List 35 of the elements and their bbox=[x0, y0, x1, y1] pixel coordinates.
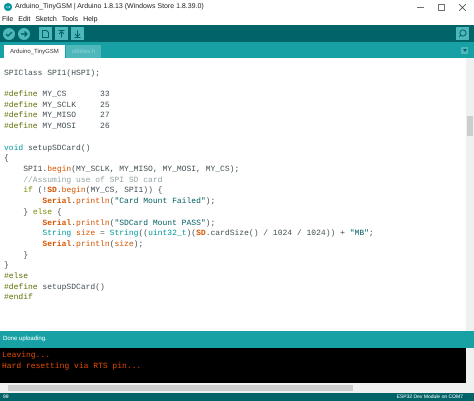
code-line: void setupSDCard() bbox=[4, 142, 90, 154]
code-line: } bbox=[22, 250, 28, 262]
check-icon[interactable] bbox=[3, 28, 15, 40]
new-file-icon[interactable] bbox=[39, 27, 52, 40]
code-line: } else { bbox=[22, 208, 62, 218]
search-icon[interactable] bbox=[456, 27, 469, 40]
code-line: SPIClass SPI1(HSPI); bbox=[4, 68, 100, 80]
vertical-scrollbar[interactable] bbox=[466, 58, 474, 331]
code-line: Serial.println("Card Mount Failed"); bbox=[41, 197, 216, 208]
code-line: SPI1.begin(MY_SCLK, MY_MISO, MY_MOSI, MY_CS); bbox=[22, 164, 240, 176]
code-line: { bbox=[4, 154, 9, 165]
arrow-down-icon[interactable] bbox=[71, 27, 84, 40]
horizontal-scrollbar[interactable] bbox=[0, 383, 474, 393]
code-line: String size = String((uint32_t)(SD.cardSize() / 1024 / 1024)) + "MB"; bbox=[41, 229, 374, 240]
code-line: #define setupSDCard() bbox=[4, 282, 105, 293]
code-line: if (!SD.begin(MY_CS, SPI1)) { bbox=[22, 186, 162, 197]
arrow-up-icon[interactable] bbox=[55, 27, 68, 40]
console-line: Leaving... bbox=[2, 351, 50, 362]
code-line: #else bbox=[4, 272, 28, 283]
app-logo-icon bbox=[4, 3, 12, 11]
code-line: #endif bbox=[4, 293, 33, 304]
console-line: Hard resetting via RTS pin... bbox=[2, 362, 142, 372]
vertical-scrollbar[interactable] bbox=[466, 348, 474, 383]
code-line: #define MY_SCLK 25 bbox=[4, 100, 110, 111]
code-line: Serial.println(size); bbox=[41, 240, 144, 251]
code-line: //Assuming use of SPI SD card bbox=[22, 176, 162, 186]
close-icon[interactable] bbox=[459, 4, 466, 10]
code-line: #define MY_CS 33 bbox=[4, 89, 110, 101]
code-line: Serial.println("SDCard Mount PASS"); bbox=[41, 218, 216, 229]
maximize-icon[interactable] bbox=[438, 4, 445, 10]
code-line: } bbox=[4, 261, 9, 272]
code-line: #define MY_MOSI 26 bbox=[4, 122, 110, 133]
code-line: #define MY_MISO 27 bbox=[4, 111, 110, 122]
arrow-right-icon[interactable] bbox=[18, 28, 30, 40]
dropdown-button[interactable] bbox=[461, 47, 468, 54]
